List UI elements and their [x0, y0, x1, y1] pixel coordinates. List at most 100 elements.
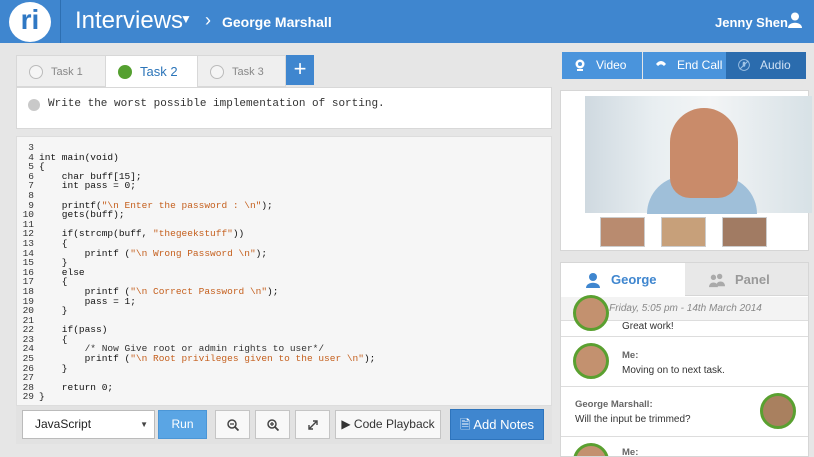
phone-icon — [656, 61, 666, 66]
zoom-out-button[interactable] — [215, 410, 250, 439]
play-icon: ▶ — [341, 417, 351, 431]
note-icon: 🗎 — [459, 417, 471, 432]
video-button[interactable]: Video — [562, 52, 642, 79]
app-title[interactable]: Interviews — [75, 7, 183, 35]
eye-icon — [118, 65, 132, 79]
chat-message: George Marshall: Will the input be trimm… — [561, 387, 808, 437]
code-token: } — [39, 362, 68, 374]
code-playback-button[interactable]: ▶ Code Playback — [335, 410, 441, 439]
user-icon[interactable] — [788, 12, 802, 28]
zoom-in-button[interactable] — [255, 410, 290, 439]
code-lines[interactable]: 3 4 int main(void) 5{6 char buff[15]; 7 int … — [17, 143, 376, 402]
main-video[interactable] — [585, 96, 812, 214]
chat-message-name: Me: — [622, 447, 639, 457]
tab-label: Task 3 — [232, 66, 264, 78]
tab-label: Task 2 — [140, 64, 178, 79]
user-icon — [586, 273, 600, 288]
avatar — [573, 443, 609, 456]
language-value: JavaScript — [35, 417, 92, 431]
tab-task-3[interactable]: Task 3 — [197, 55, 286, 87]
end-call-label: End Call — [677, 58, 723, 72]
tab-panel[interactable]: Panel — [685, 263, 808, 296]
code-line[interactable]: 14 printf ("\n Wrong Password \n"); — [17, 248, 375, 259]
code-line[interactable]: 25 printf ("\n Root privileges given to … — [17, 353, 376, 365]
chat-panel: George Panel Friday, 5:05 pm - 14th Marc… — [560, 262, 809, 457]
call-controls: Video End Call Audio — [562, 52, 806, 79]
code-line[interactable]: 7 int pass = 0; — [17, 181, 375, 191]
code-token: } — [39, 391, 45, 403]
chat-message-text: Moving on to next task. — [622, 365, 725, 376]
divider — [60, 0, 61, 43]
code-token: "thegeekstuff" — [153, 228, 233, 240]
code-line[interactable]: 29} — [17, 392, 375, 402]
code-token: gets(buff); — [39, 209, 125, 221]
code-token: ); — [267, 285, 279, 297]
add-task-button[interactable]: + — [286, 55, 314, 85]
participant-thumbnail[interactable] — [722, 217, 767, 247]
add-notes-button[interactable]: 🗎 Add Notes — [450, 409, 544, 440]
user-name[interactable]: Jenny Shen — [715, 15, 788, 30]
code-line[interactable]: 22 if(pass) — [17, 325, 375, 335]
video-person — [670, 108, 738, 198]
code-playback-label: Code Playback — [353, 417, 435, 431]
code-line[interactable]: 19 pass = 1; — [17, 296, 375, 307]
eye-icon — [210, 65, 224, 79]
code-token: "\n Correct Password \n" — [130, 285, 268, 297]
code-line[interactable]: 26 } — [17, 364, 375, 374]
avatar — [573, 343, 609, 379]
code-line[interactable]: 28 return 0; — [17, 383, 375, 393]
tab-task-2[interactable]: Task 2 — [105, 55, 198, 88]
avatar — [573, 295, 609, 331]
participant-thumbnail[interactable] — [661, 217, 706, 247]
chat-message-text: Will the input be trimmed? — [575, 414, 691, 425]
chat-message: Great work! — [561, 295, 808, 337]
video-panel — [560, 90, 812, 251]
add-notes-label: Add Notes — [473, 417, 535, 432]
code-line[interactable]: 20 } — [17, 306, 375, 316]
expand-button[interactable] — [295, 410, 330, 439]
task-description-text: Write the worst possible implementation … — [48, 98, 385, 110]
language-select[interactable]: JavaScript ▼ — [22, 410, 155, 439]
eye-icon — [29, 65, 43, 79]
chevron-down-icon[interactable]: ▼ — [180, 12, 192, 26]
chat-message-text: Great work! — [622, 321, 674, 332]
tab-task-1[interactable]: Task 1 — [16, 55, 106, 87]
chat-message: Me: — [561, 437, 808, 457]
pencil-icon[interactable] — [28, 99, 40, 111]
group-icon — [709, 273, 725, 288]
participant-thumbnail[interactable] — [600, 217, 645, 247]
chevron-down-icon: ▼ — [140, 420, 148, 429]
code-line[interactable]: 16 else — [17, 268, 375, 278]
chevron-right-icon: › — [205, 10, 211, 30]
tab-panel-label: Panel — [735, 272, 770, 287]
code-token: return 0; — [39, 381, 114, 393]
end-call-button[interactable]: End Call — [643, 52, 726, 79]
top-bar: ri Interviews ▼ › George Marshall Jenny … — [0, 0, 814, 43]
code-line[interactable]: 10 gets(buff); — [17, 210, 375, 220]
logo[interactable]: ri — [9, 2, 51, 42]
tab-label: Task 1 — [51, 66, 83, 78]
tab-george-label: George — [611, 272, 657, 287]
zoom-in-icon — [266, 419, 279, 432]
chat-message-name: George Marshall: — [575, 399, 653, 410]
expand-icon — [307, 420, 318, 430]
editor-toolbar: JavaScript ▼ Run ▶ Code Playback 🗎 Add N… — [16, 406, 552, 444]
code-token: } — [39, 305, 68, 317]
code-token: int pass = 0; — [39, 180, 136, 192]
tab-george[interactable]: George — [561, 263, 685, 296]
audio-button[interactable]: Audio — [726, 52, 806, 79]
chat-message-name: Me: — [622, 350, 639, 361]
task-tabs: Task 1 Task 2 Task 3 — [16, 55, 552, 88]
video-label: Video — [596, 58, 627, 72]
avatar — [760, 393, 796, 429]
code-token: ); — [261, 199, 273, 211]
code-token: "\n Root privileges given to the user \n… — [130, 353, 364, 365]
code-editor[interactable]: 3 4 int main(void) 5{6 char buff[15]; 7 int … — [16, 136, 552, 406]
webcam-icon — [575, 59, 585, 71]
run-button[interactable]: Run — [158, 410, 207, 439]
code-line[interactable]: 4 int main(void) — [17, 152, 375, 163]
breadcrumb[interactable]: George Marshall — [222, 14, 332, 30]
audio-label: Audio — [760, 58, 791, 72]
code-line[interactable]: 12 if(strcmp(buff, "thegeekstuff")) — [17, 229, 375, 239]
code-token: "\n Enter the password : \n" — [101, 199, 262, 211]
